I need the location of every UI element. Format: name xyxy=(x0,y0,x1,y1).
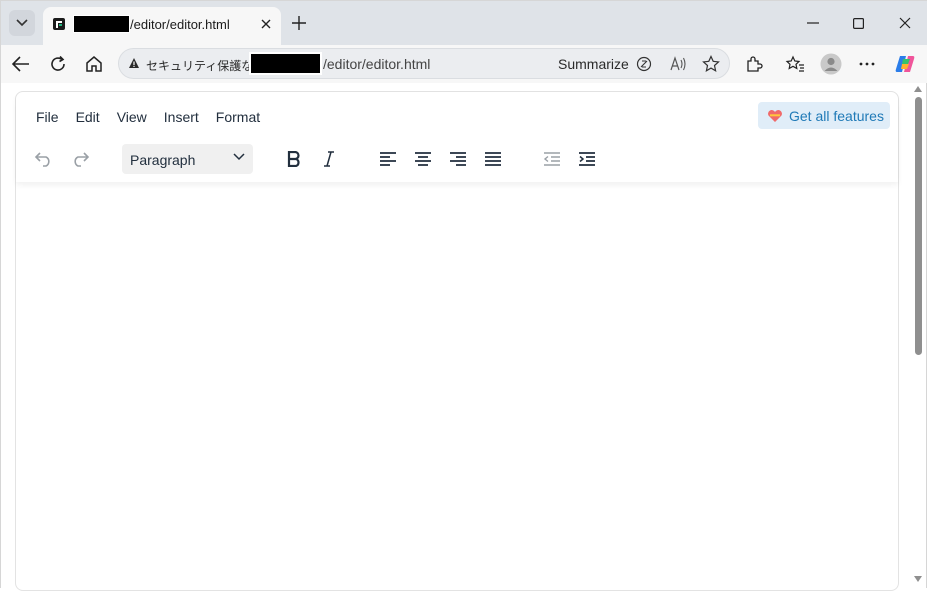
redo-icon xyxy=(74,152,90,167)
tab-strip: /editor/editor.html xyxy=(1,1,927,45)
align-center-icon xyxy=(415,152,431,166)
read-aloud-icon xyxy=(670,56,686,71)
security-status-label[interactable]: セキュリティ保護なし xyxy=(146,57,265,74)
redo-button[interactable] xyxy=(65,144,95,174)
tab-title: /editor/editor.html xyxy=(130,17,230,32)
chevron-down-icon xyxy=(16,19,28,27)
more-horizontal-icon xyxy=(859,62,875,66)
page-scrollbar[interactable] xyxy=(910,83,926,588)
heart-gift-icon xyxy=(768,109,782,122)
redacted-host xyxy=(249,52,322,75)
block-format-select[interactable]: Paragraph xyxy=(122,144,253,174)
menu-edit[interactable]: Edit xyxy=(68,107,108,127)
puzzle-icon xyxy=(747,56,763,72)
bold-button[interactable] xyxy=(279,144,309,174)
indent-icon xyxy=(579,152,595,166)
close-icon xyxy=(899,17,911,29)
menu-file[interactable]: File xyxy=(28,107,67,127)
browser-tab-active[interactable]: /editor/editor.html xyxy=(43,7,281,45)
home-icon xyxy=(86,56,102,72)
align-center-button[interactable] xyxy=(408,144,438,174)
menu-insert[interactable]: Insert xyxy=(156,107,207,127)
scrollbar-thumb[interactable] xyxy=(915,97,922,355)
home-button[interactable] xyxy=(81,51,107,77)
redacted-host xyxy=(73,15,130,33)
copilot-outline-icon xyxy=(636,56,652,72)
page-viewport: File Edit View Insert Format Get all fea… xyxy=(1,83,926,591)
align-right-icon xyxy=(450,152,466,166)
tab-actions-menu-button[interactable] xyxy=(9,10,35,36)
settings-more-button[interactable] xyxy=(854,51,880,77)
new-tab-button[interactable] xyxy=(288,12,310,34)
editor-content-area[interactable] xyxy=(16,184,898,590)
close-window-button[interactable] xyxy=(893,11,917,35)
summarize-button[interactable]: Summarize xyxy=(558,56,629,72)
get-all-features-button[interactable]: Get all features xyxy=(758,102,890,129)
minimize-icon xyxy=(807,22,819,24)
align-left-icon xyxy=(380,152,396,166)
outdent-icon xyxy=(543,152,560,166)
navigation-bar: セキュリティ保護なし /editor/editor.html Summarize xyxy=(1,45,927,83)
plus-icon xyxy=(292,16,306,30)
copilot-icon xyxy=(895,56,915,72)
browser-window: /editor/editor.html セキュリティ保護なし /editor/e… xyxy=(0,0,927,591)
copilot-button[interactable] xyxy=(892,51,918,77)
star-icon xyxy=(702,55,720,73)
warning-icon xyxy=(129,58,139,68)
summarize-copilot-icon[interactable] xyxy=(635,55,653,73)
maximize-icon xyxy=(852,17,864,29)
scroll-up-arrow-icon[interactable] xyxy=(914,86,922,92)
minimize-button[interactable] xyxy=(801,11,825,35)
favorite-button[interactable] xyxy=(702,55,720,73)
italic-button[interactable] xyxy=(314,144,344,174)
outdent-button[interactable] xyxy=(537,144,567,174)
block-format-value: Paragraph xyxy=(130,152,196,168)
site-favicon-icon xyxy=(53,18,65,30)
italic-icon xyxy=(324,151,334,167)
back-button[interactable] xyxy=(8,51,34,77)
indent-button[interactable] xyxy=(572,144,602,174)
read-aloud-button[interactable] xyxy=(670,55,688,73)
refresh-button[interactable] xyxy=(45,51,71,77)
editor-header: File Edit View Insert Format Get all fea… xyxy=(16,92,898,182)
maximize-button[interactable] xyxy=(846,11,870,35)
arrow-left-icon xyxy=(12,56,29,72)
editor-menubar: File Edit View Insert Format xyxy=(28,107,269,127)
undo-button[interactable] xyxy=(29,144,59,174)
align-justify-button[interactable] xyxy=(478,144,508,174)
address-bar[interactable]: セキュリティ保護なし /editor/editor.html Summarize xyxy=(118,48,730,79)
align-justify-icon xyxy=(485,152,501,166)
profile-button[interactable] xyxy=(818,51,844,77)
chevron-down-icon xyxy=(233,153,245,161)
bold-icon xyxy=(287,151,300,167)
refresh-icon xyxy=(51,55,65,71)
avatar-icon xyxy=(820,53,842,75)
menu-view[interactable]: View xyxy=(109,107,155,127)
url-text[interactable]: /editor/editor.html xyxy=(323,56,430,72)
extensions-button[interactable] xyxy=(741,51,767,77)
get-all-features-label: Get all features xyxy=(789,107,884,124)
scroll-down-arrow-icon[interactable] xyxy=(914,576,922,582)
undo-icon xyxy=(34,152,50,167)
favorites-list-icon xyxy=(785,55,804,72)
rich-text-editor: File Edit View Insert Format Get all fea… xyxy=(15,91,899,591)
align-right-button[interactable] xyxy=(443,144,473,174)
editor-toolbar: Paragraph xyxy=(16,142,898,176)
tab-close-button[interactable] xyxy=(258,16,274,32)
align-left-button[interactable] xyxy=(373,144,403,174)
menu-format[interactable]: Format xyxy=(208,107,268,127)
close-icon xyxy=(261,19,271,29)
favorites-button[interactable] xyxy=(782,51,808,77)
